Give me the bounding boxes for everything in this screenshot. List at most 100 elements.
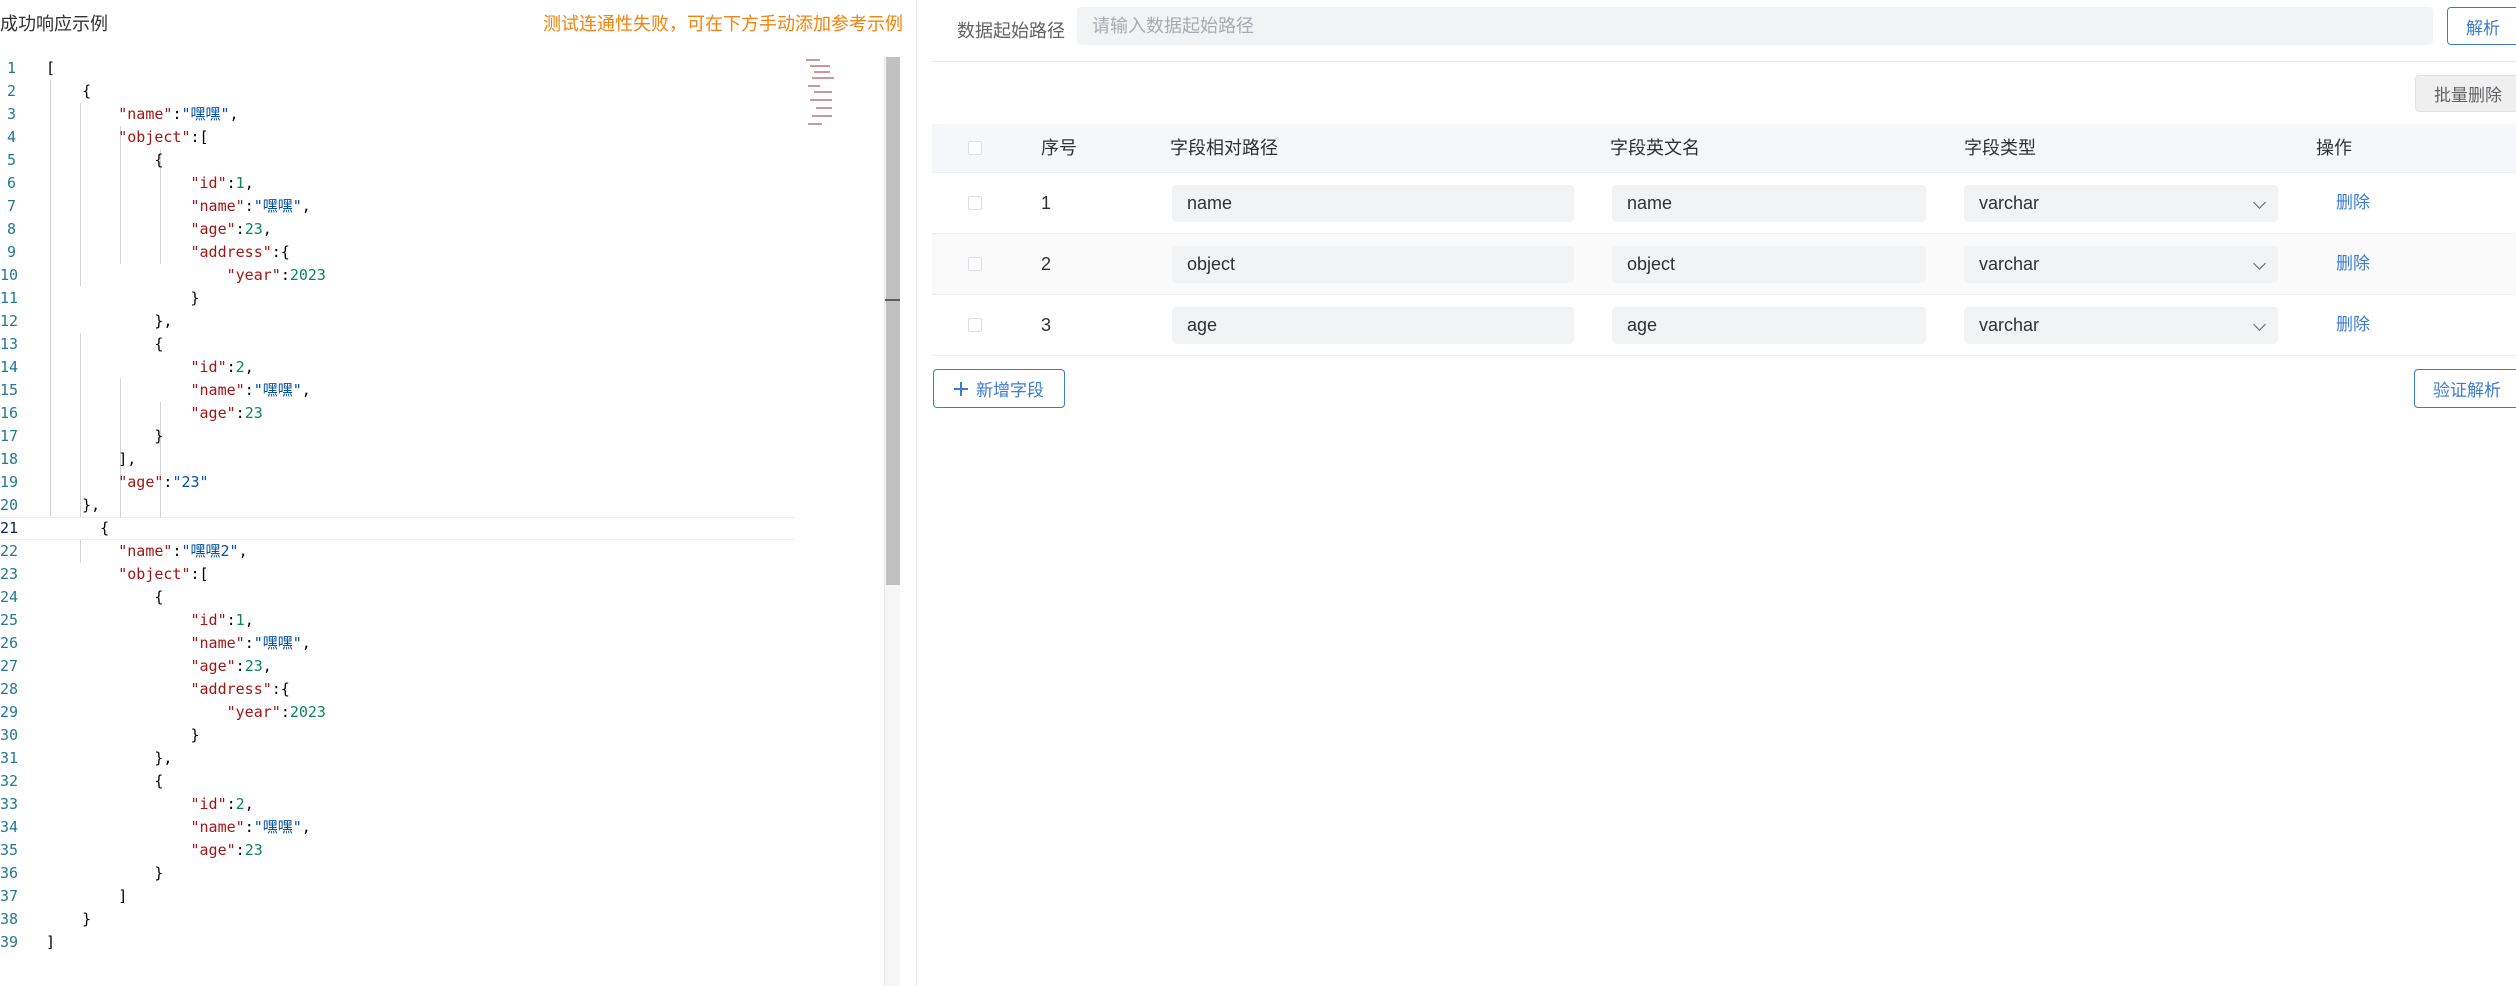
code-line[interactable]: 29 "year":2023 (0, 701, 794, 724)
field-path-input[interactable] (1172, 185, 1574, 222)
code-line[interactable]: 30 } (0, 724, 794, 747)
line-number: 6 (6, 174, 16, 192)
line-number: 19 (0, 473, 19, 491)
delete-row-link[interactable]: 删除 (2336, 295, 2370, 355)
code-line[interactable]: 22 "name":"嘿嘿2", (0, 540, 794, 563)
code-line[interactable]: 37 ] (0, 885, 794, 908)
field-type-value: varchar (1979, 315, 2040, 335)
code-line[interactable]: 34 "name":"嘿嘿", (0, 816, 794, 839)
code-line[interactable]: 16 "age":23 (0, 402, 794, 425)
code-line[interactable]: 15 "name":"嘿嘿", (0, 379, 794, 402)
code-line[interactable]: 35 "age":23 (0, 839, 794, 862)
line-number: 4 (6, 128, 16, 146)
delete-row-link[interactable]: 删除 (2336, 173, 2370, 233)
line-number: 14 (0, 358, 19, 376)
code-line[interactable]: 8 "age":23, (0, 218, 794, 241)
code-line[interactable]: 28 "address":{ (0, 678, 794, 701)
add-field-button[interactable]: 新增字段 (933, 369, 1065, 408)
code-line[interactable]: 24 { (0, 586, 794, 609)
line-number: 16 (0, 404, 19, 422)
code-line[interactable]: 38 } (0, 908, 794, 931)
editor-scrollbar[interactable] (884, 57, 900, 986)
code-line[interactable]: 1[ (0, 57, 794, 80)
column-header-field-name: 字段英文名 (1610, 138, 1700, 158)
code-line[interactable]: 7 "name":"嘿嘿", (0, 195, 794, 218)
code-line[interactable]: 2 { (0, 80, 794, 103)
code-line[interactable]: 13 { (0, 333, 794, 356)
line-number: 13 (0, 335, 19, 353)
code-line[interactable]: 6 "id":1, (0, 172, 794, 195)
code-line[interactable]: 25 "id":1, (0, 609, 794, 632)
code-line[interactable]: 9 "address":{ (0, 241, 794, 264)
verify-parse-button[interactable]: 验证解析 (2414, 369, 2516, 408)
code-text: "age":23 (190, 841, 263, 859)
row-checkbox[interactable] (968, 196, 982, 210)
code-line[interactable]: 14 "id":2, (0, 356, 794, 379)
line-number: 32 (0, 772, 19, 790)
row-index: 3 (1041, 315, 1052, 335)
parse-button[interactable]: 解析 (2447, 7, 2516, 45)
code-line[interactable]: 27 "age":23, (0, 655, 794, 678)
select-all-checkbox[interactable] (968, 141, 982, 155)
code-line[interactable]: 31 }, (0, 747, 794, 770)
line-number: 28 (0, 680, 19, 698)
code-line[interactable]: 11 } (0, 287, 794, 310)
line-number: 21 (0, 519, 19, 537)
plus-icon (954, 382, 968, 396)
field-type-value: varchar (1979, 193, 2040, 213)
code-text: { (46, 772, 164, 790)
code-text: } (46, 864, 164, 882)
field-name-input[interactable] (1612, 185, 1926, 222)
field-path-input[interactable] (1172, 307, 1574, 344)
code-line[interactable]: 32 { (0, 770, 794, 793)
line-number: 11 (0, 289, 19, 307)
field-type-select[interactable]: varchar (1964, 307, 2278, 344)
field-mapping-panel: 数据起始路径 解析 批量删除 序号 字段相对路径 字段英文名 字段类型 操作 1… (932, 0, 2516, 986)
code-line[interactable]: 18 ], (0, 448, 794, 471)
line-number: 23 (0, 565, 19, 583)
code-line[interactable]: 17 } (0, 425, 794, 448)
code-text: "name":"嘿嘿", (190, 381, 311, 399)
field-name-input[interactable] (1612, 246, 1926, 283)
row-index: 2 (1041, 254, 1052, 274)
line-number: 36 (0, 864, 19, 882)
batch-delete-button[interactable]: 批量删除 (2415, 75, 2516, 112)
code-text: ] (46, 887, 128, 905)
field-type-select[interactable]: varchar (1964, 246, 2278, 283)
json-code-editor[interactable]: 1[2 {3 "name":"嘿嘿", 4 "object":[5 {6 "id"… (0, 57, 900, 986)
code-line[interactable]: 33 "id":2, (0, 793, 794, 816)
field-type-select[interactable]: varchar (1964, 185, 2278, 222)
scrollbar-thumb[interactable] (886, 57, 900, 585)
data-start-path-input[interactable] (1077, 7, 2433, 45)
code-line[interactable]: 19 "age":"23" (0, 471, 794, 494)
code-text: { (46, 151, 164, 169)
line-number: 37 (0, 887, 19, 905)
code-text: ], (46, 450, 137, 468)
column-header-index: 序号 (1041, 138, 1077, 158)
code-text: "address":{ (190, 243, 290, 261)
code-text: { (46, 335, 164, 353)
code-line[interactable]: 4 "object":[ (0, 126, 794, 149)
line-number: 8 (6, 220, 16, 238)
column-header-field-type: 字段类型 (1964, 138, 2036, 158)
code-line[interactable]: 23 "object":[ (0, 563, 794, 586)
row-checkbox[interactable] (968, 257, 982, 271)
code-text: } (46, 910, 92, 928)
code-line[interactable]: 5 { (0, 149, 794, 172)
row-checkbox[interactable] (968, 318, 982, 332)
code-line[interactable]: 21 { (0, 517, 794, 540)
line-number: 24 (0, 588, 19, 606)
code-line[interactable]: 12 }, (0, 310, 794, 333)
code-minimap[interactable] (800, 57, 840, 137)
delete-row-link[interactable]: 删除 (2336, 234, 2370, 294)
field-path-input[interactable] (1172, 246, 1574, 283)
code-line[interactable]: 20 }, (0, 494, 794, 517)
code-line[interactable]: 3 "name":"嘿嘿", (0, 103, 794, 126)
code-line[interactable]: 39] (0, 931, 794, 954)
pane-divider[interactable] (916, 0, 917, 986)
code-line[interactable]: 26 "name":"嘿嘿", (0, 632, 794, 655)
field-name-input[interactable] (1612, 307, 1926, 344)
code-line[interactable]: 10 "year":2023 (0, 264, 794, 287)
code-line[interactable]: 36 } (0, 862, 794, 885)
line-number: 2 (6, 82, 16, 100)
